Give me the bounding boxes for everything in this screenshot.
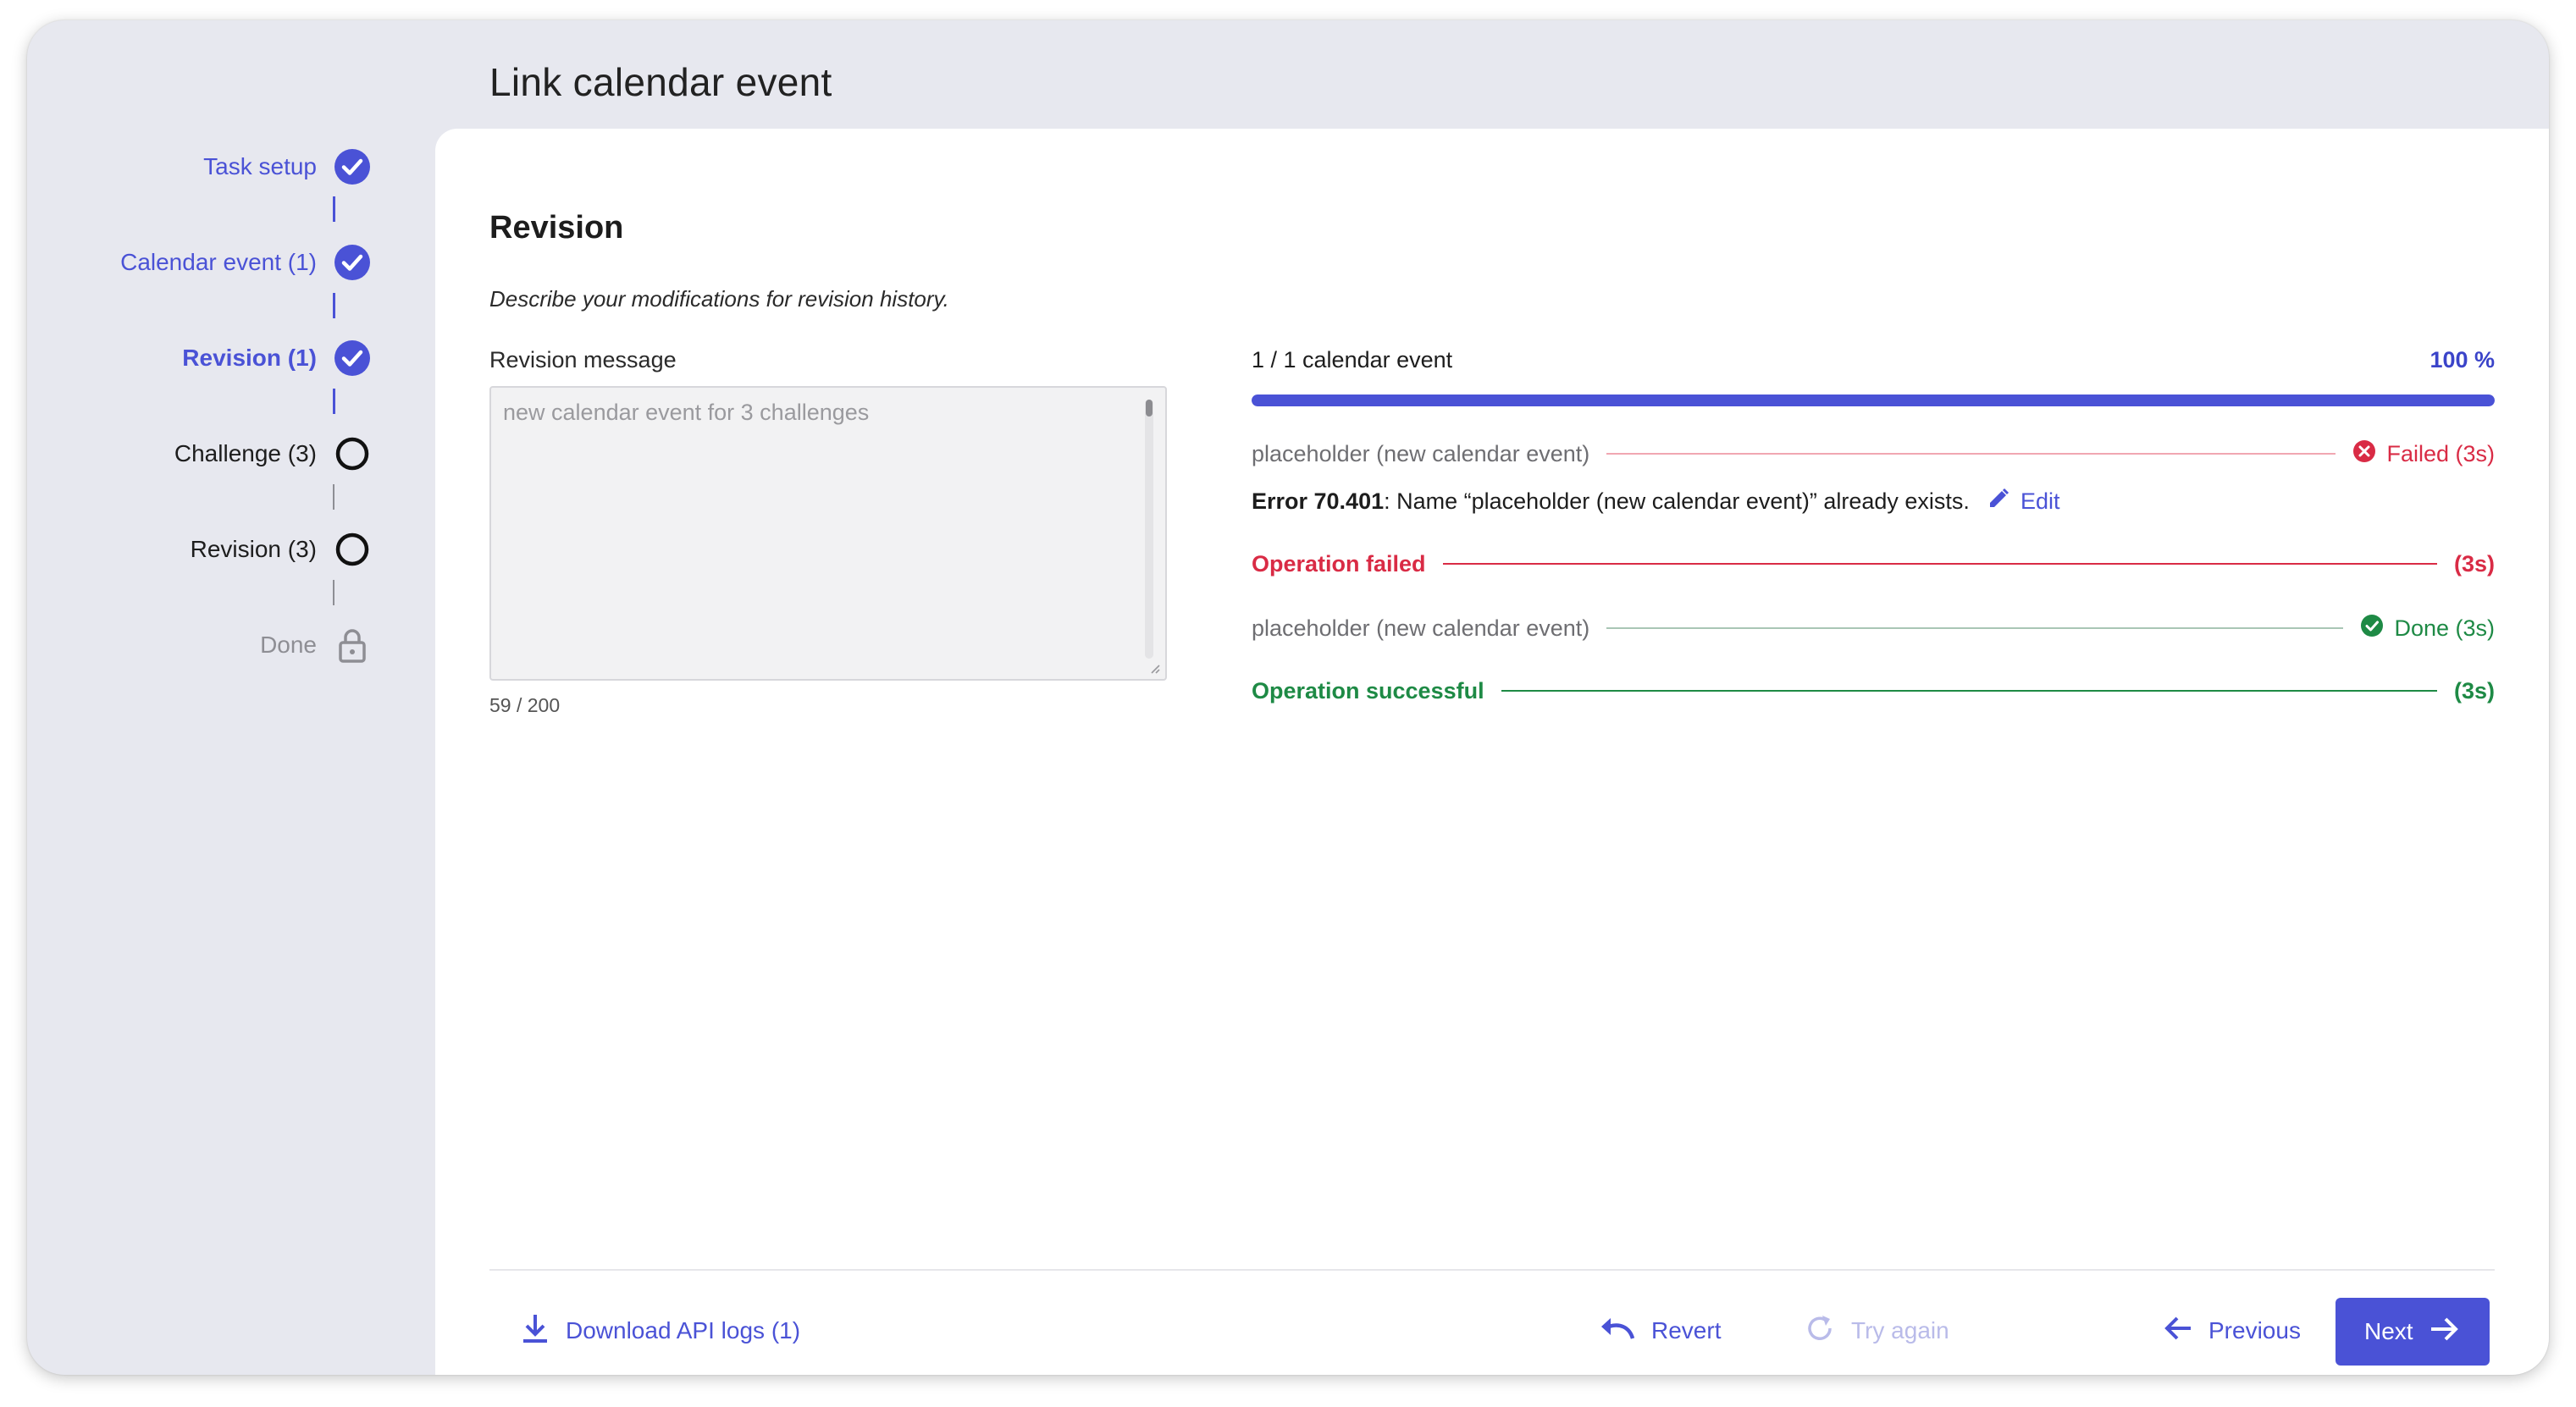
error-code: Error 70.401 [1252,488,1385,514]
step-label: Done [260,632,317,658]
app-window: Link calendar event Task setup Calendar … [27,20,2549,1375]
check-circle-icon [2360,614,2384,643]
row-divider [1606,453,2336,455]
content-card: Revision Describe your modifications for… [435,129,2549,1375]
step-label: Calendar event (1) [120,249,317,275]
step-label: Revision (3) [190,536,317,562]
operation-item-done: placeholder (new calendar event) Done (3… [1252,611,2495,645]
operation-item-failed: placeholder (new calendar event) Failed … [1252,437,2495,471]
operation-failed-summary: Operation failed (3s) [1252,547,2495,581]
summary-label: Operation failed [1252,550,1426,577]
step-connector [333,580,334,605]
row-divider [1501,690,2437,692]
revision-message-label: Revision message [489,347,677,372]
check-circle-icon [334,339,371,377]
previous-label: Previous [2208,1317,2301,1344]
summary-label: Operation successful [1252,677,1484,704]
arrow-right-icon [2429,1316,2461,1349]
previous-button[interactable]: Previous [2163,1305,2301,1356]
edit-link[interactable]: Edit [1987,487,2060,516]
try-again-button[interactable]: Try again [1804,1305,1949,1356]
empty-circle-icon [334,435,371,472]
lock-icon [334,626,371,664]
step-label: Revision (1) [182,345,317,371]
page-title: Link calendar event [489,60,832,104]
step-connector [333,196,335,222]
next-button[interactable]: Next [2336,1298,2490,1366]
undo-icon [1599,1315,1636,1348]
step-label: Challenge (3) [174,440,317,466]
check-circle-icon [334,244,371,281]
empty-circle-icon [334,531,371,568]
step-task-setup[interactable]: Task setup [203,147,371,186]
error-text: : Name “placeholder (new calendar event)… [1384,488,1970,514]
status-failed: Failed (3s) [2352,439,2495,469]
refresh-icon [1804,1312,1836,1350]
download-label: Download API logs (1) [566,1317,801,1344]
edit-label: Edit [2020,488,2060,514]
status-text: Failed (3s) [2386,440,2495,466]
section-description: Describe your modifications for revision… [489,286,949,312]
resize-handle-icon[interactable] [1148,662,1160,674]
step-challenge[interactable]: Challenge (3) [174,434,371,473]
step-connector [333,293,335,318]
section-title: Revision [489,210,624,246]
summary-time: (3s) [2453,550,2495,577]
footer-divider [489,1269,2495,1271]
x-circle-icon [2352,439,2376,469]
item-name: placeholder (new calendar event) [1252,440,1590,466]
try-again-label: Try again [1851,1317,1949,1344]
wizard-stepper: Task setup Calendar event (1) Revision (… [27,20,442,1375]
download-icon [520,1311,550,1351]
progress-label: 1 / 1 calendar event [1252,347,1453,372]
arrow-left-icon [2163,1315,2193,1348]
progress-bar [1252,395,2495,406]
scrollbar-thumb[interactable] [1146,400,1153,417]
progress-percent: 100 % [2430,347,2495,372]
status-done: Done (3s) [2360,614,2495,643]
download-api-logs-button[interactable]: Download API logs (1) [520,1305,800,1356]
revision-message-input[interactable] [491,388,1165,679]
step-connector [333,484,334,510]
progress-bar-fill [1252,395,2495,406]
pencil-icon [1987,487,2010,516]
textarea-scrollbar[interactable] [1145,400,1153,659]
revision-message-field [489,386,1167,681]
next-label: Next [2364,1318,2413,1344]
step-connector [333,389,335,414]
step-label: Task setup [203,153,317,179]
step-done: Done [260,626,371,665]
item-name: placeholder (new calendar event) [1252,615,1590,641]
summary-time: (3s) [2453,677,2495,704]
revert-button[interactable]: Revert [1599,1305,1721,1356]
revert-label: Revert [1651,1317,1722,1344]
status-text: Done (3s) [2394,615,2495,641]
row-divider [1442,563,2437,565]
step-revision-3[interactable]: Revision (3) [191,530,371,569]
step-calendar-event[interactable]: Calendar event (1) [120,243,371,282]
char-counter: 59 / 200 [489,694,561,716]
step-revision-1[interactable]: Revision (1) [182,339,371,378]
check-circle-icon [334,148,371,185]
error-message: Error 70.401 : Name “placeholder (new ca… [1252,484,2059,518]
operation-success-summary: Operation successful (3s) [1252,674,2495,708]
row-divider [1606,627,2344,629]
